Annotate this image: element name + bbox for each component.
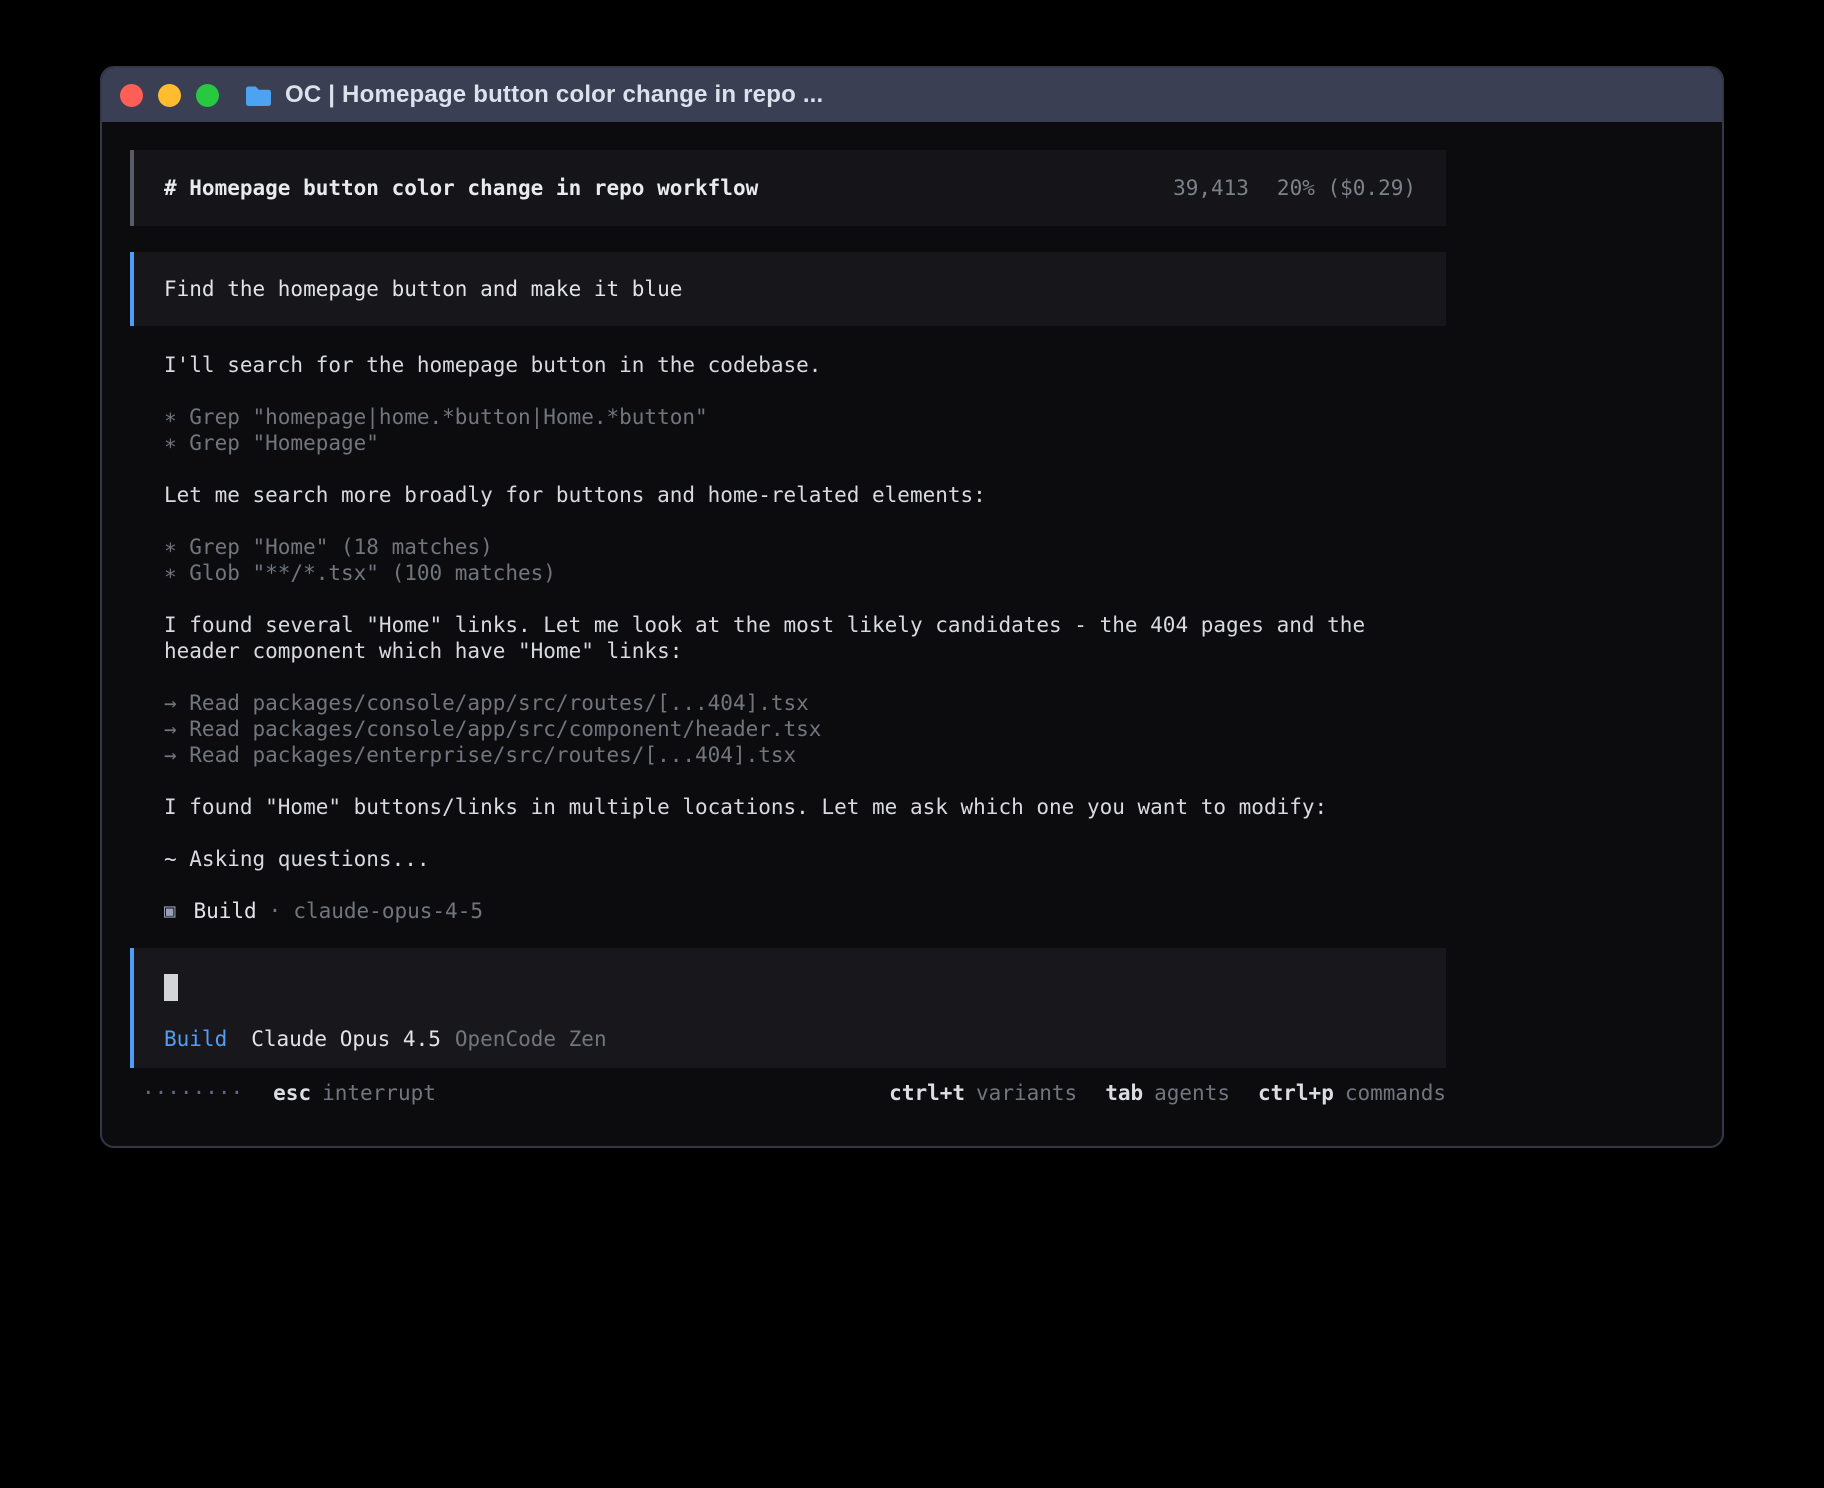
tool-call-line: → Read packages/enterprise/src/routes/[.… xyxy=(164,742,1446,768)
agent-name: Build xyxy=(193,898,256,924)
key-tab: tab xyxy=(1105,1080,1143,1106)
tool-call-line: ∗ Grep "homepage|home.*button|Home.*butt… xyxy=(164,404,1446,430)
agent-model: claude-opus-4-5 xyxy=(293,898,483,924)
session-stats: 39,413 20% ($0.29) xyxy=(1173,175,1416,201)
tool-calls: → Read packages/console/app/src/routes/[… xyxy=(164,690,1446,768)
hint-interrupt: esc interrupt xyxy=(273,1080,436,1106)
assistant-text: Let me search more broadly for buttons a… xyxy=(164,482,1446,508)
tool-call-line: ∗ Grep "Home" (18 matches) xyxy=(164,534,1446,560)
close-button[interactable] xyxy=(120,84,143,107)
tool-call-line: → Read packages/console/app/src/componen… xyxy=(164,716,1446,742)
tool-call-line: → Read packages/console/app/src/routes/[… xyxy=(164,690,1446,716)
hint-label: agents xyxy=(1154,1080,1230,1106)
tool-calls: ∗ Grep "Home" (18 matches) ∗ Glob "**/*.… xyxy=(164,534,1446,586)
titlebar: OC | Homepage button color change in rep… xyxy=(102,68,1722,122)
session-title: # Homepage button color change in repo w… xyxy=(164,175,758,201)
user-message: Find the homepage button and make it blu… xyxy=(130,252,1446,326)
hint-label: variants xyxy=(976,1080,1077,1106)
session-header: # Homepage button color change in repo w… xyxy=(130,150,1446,226)
model-name: Claude Opus 4.5 xyxy=(251,1026,441,1052)
context-usage: 20% ($0.29) xyxy=(1277,175,1416,201)
agent-square-icon: ▣ xyxy=(164,898,175,924)
folder-icon xyxy=(245,84,272,107)
window-title: OC | Homepage button color change in rep… xyxy=(285,81,823,109)
hint-agents: tab agents xyxy=(1105,1080,1230,1106)
model-row: Build Claude Opus 4.5 OpenCode Zen xyxy=(164,1026,1416,1052)
hint-commands: ctrl+p commands xyxy=(1258,1080,1446,1106)
assistant-text: I found "Home" buttons/links in multiple… xyxy=(164,794,1446,820)
hint-variants: ctrl+t variants xyxy=(889,1080,1077,1106)
traffic-lights xyxy=(120,84,219,107)
status-text: ~ Asking questions... xyxy=(164,846,1446,872)
tool-call-line: ∗ Grep "Homepage" xyxy=(164,430,1446,456)
assistant-text: I'll search for the homepage button in t… xyxy=(164,352,1446,378)
keyboard-hints: ctrl+t variants tab agents ctrl+p comman… xyxy=(889,1080,1446,1106)
agent-status-row: ▣ Build · claude-opus-4-5 xyxy=(164,898,1446,924)
tool-calls: ∗ Grep "homepage|home.*button|Home.*butt… xyxy=(164,404,1446,456)
terminal-content: # Homepage button color change in repo w… xyxy=(102,122,1722,1134)
spinner-dots: ········ xyxy=(142,1080,243,1106)
user-message-text: Find the homepage button and make it blu… xyxy=(164,277,682,301)
key-esc: esc xyxy=(273,1080,311,1106)
separator-dot: · xyxy=(269,898,282,924)
status-bar: ········ esc interrupt ctrl+t variants t… xyxy=(130,1080,1446,1106)
minimize-button[interactable] xyxy=(158,84,181,107)
agent-badge: Build xyxy=(164,1026,227,1052)
zoom-button[interactable] xyxy=(196,84,219,107)
key-ctrl-t: ctrl+t xyxy=(889,1080,965,1106)
key-ctrl-p: ctrl+p xyxy=(1258,1080,1334,1106)
prompt-input[interactable]: Build Claude Opus 4.5 OpenCode Zen xyxy=(130,948,1446,1068)
assistant-text: I found several "Home" links. Let me loo… xyxy=(164,612,1446,664)
token-count: 39,413 xyxy=(1173,175,1249,201)
text-cursor xyxy=(164,974,178,1001)
hint-label: interrupt xyxy=(322,1080,436,1106)
hint-label: commands xyxy=(1345,1080,1446,1106)
provider-name: OpenCode Zen xyxy=(455,1026,607,1052)
tool-call-line: ∗ Glob "**/*.tsx" (100 matches) xyxy=(164,560,1446,586)
terminal-window: OC | Homepage button color change in rep… xyxy=(100,66,1724,1148)
